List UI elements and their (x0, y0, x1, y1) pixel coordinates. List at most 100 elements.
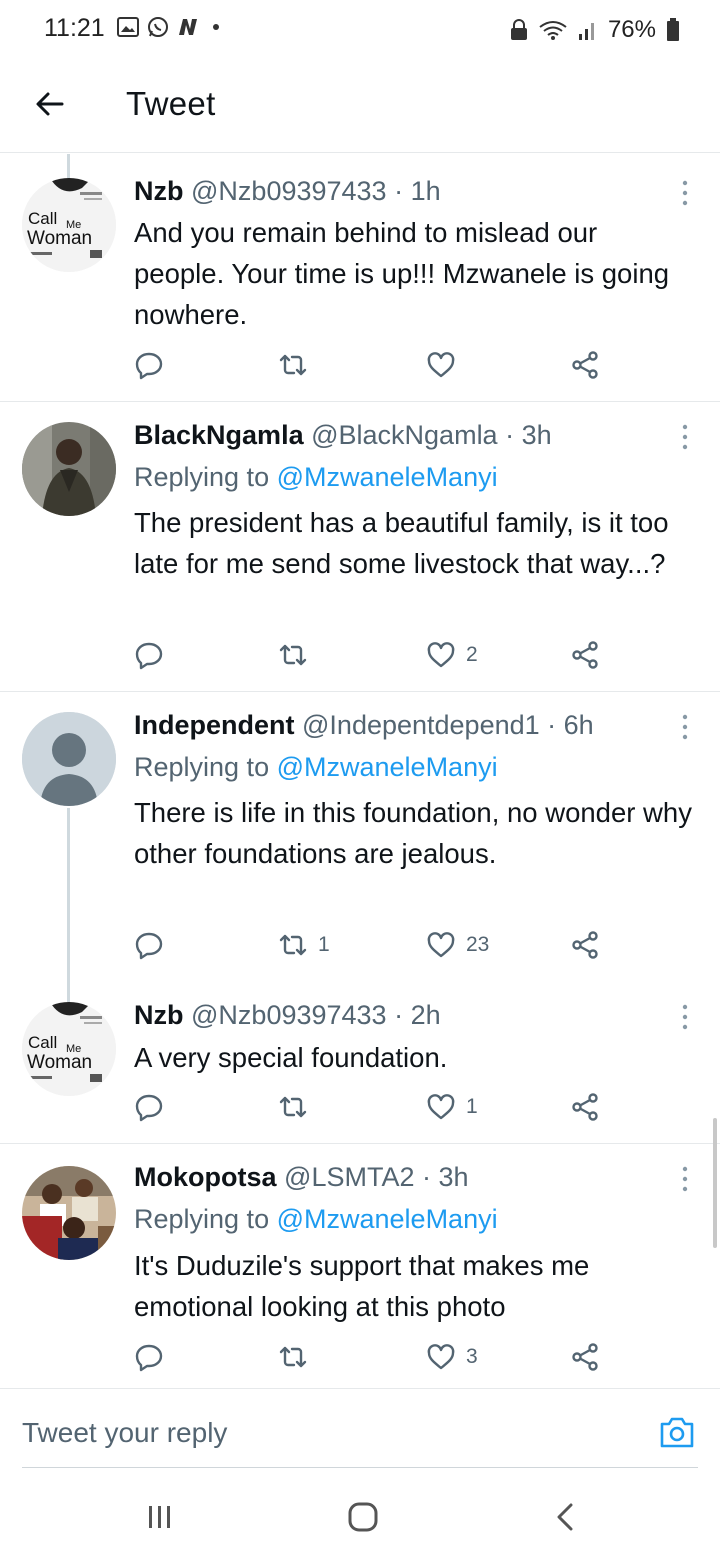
battery-icon (667, 18, 679, 41)
reply-divider (22, 1467, 698, 1468)
retweet-button[interactable] (278, 640, 318, 670)
reply-icon (135, 352, 163, 380)
like-button[interactable]: 3 (426, 1342, 478, 1372)
reply-button[interactable] (134, 350, 164, 380)
tweet-actions: 2 (134, 640, 614, 674)
call-me-woman-avatar-image: Call Me Woman (22, 178, 116, 272)
group-photo-avatar-image (22, 1166, 116, 1260)
more-options-icon[interactable] (680, 1004, 690, 1030)
handle[interactable]: @BlackNgamla (311, 420, 497, 450)
reply-icon (135, 1344, 163, 1372)
tweet-text: It's Duduzile's support that makes me em… (134, 1250, 590, 1322)
reply-button[interactable] (134, 640, 164, 670)
display-name[interactable]: Independent (134, 710, 295, 740)
avatar-text-woman: Woman (27, 228, 92, 249)
share-button[interactable] (570, 930, 600, 960)
recent-apps-icon[interactable] (140, 1502, 180, 1532)
avatar[interactable] (22, 712, 116, 806)
share-button[interactable] (570, 640, 600, 670)
display-name[interactable]: Nzb (134, 1000, 184, 1030)
system-icons: 76% (510, 16, 680, 44)
retweet-icon (279, 1096, 307, 1118)
mention-link[interactable]: @MzwaneleManyi (277, 752, 498, 782)
reply-button[interactable] (134, 1092, 164, 1122)
like-count: 3 (466, 1345, 478, 1368)
avatar[interactable] (22, 1166, 116, 1260)
back-nav-icon[interactable] (545, 1502, 585, 1532)
avatar[interactable]: Call Me Woman (22, 1002, 116, 1096)
mention-link[interactable]: @MzwaneleManyi (277, 462, 498, 492)
replying-to-label: Replying to (134, 752, 270, 782)
notification-icons (117, 16, 219, 38)
tweet-header: BlackNgamla @BlackNgamla · 3h (134, 420, 552, 451)
retweet-icon (279, 934, 307, 956)
back-arrow-icon[interactable] (32, 86, 68, 122)
like-button[interactable]: 1 (426, 1092, 478, 1122)
more-options-icon[interactable] (680, 424, 690, 450)
handle[interactable]: @LSMTA2 (284, 1162, 414, 1192)
scrollbar[interactable] (713, 1118, 717, 1248)
more-options-icon[interactable] (680, 1166, 690, 1192)
handle[interactable]: @Nzb09397433 (191, 176, 387, 206)
timestamp: · 3h (505, 420, 552, 450)
replying-to-label: Replying to (134, 1204, 270, 1234)
reply-button[interactable] (134, 930, 164, 960)
heart-icon (427, 642, 455, 668)
avatar-text-woman: Woman (27, 1052, 92, 1073)
share-button[interactable] (570, 1092, 600, 1122)
reply-input[interactable]: Tweet your reply (22, 1417, 227, 1449)
tweet-actions: 1 23 (134, 930, 614, 964)
tweet-actions: 1 (134, 1092, 614, 1126)
handle[interactable]: @Nzb09397433 (191, 1000, 387, 1030)
display-name[interactable]: Mokopotsa (134, 1162, 277, 1192)
retweet-button[interactable] (278, 1092, 318, 1122)
timestamp: · 1h (394, 176, 441, 206)
home-icon[interactable] (342, 1502, 382, 1532)
tweet[interactable]: Mokopotsa @LSMTA2 · 3h Replying to @Mzwa… (0, 1144, 720, 1388)
mention-link[interactable]: @MzwaneleManyi (277, 1204, 498, 1234)
tweet-header: Independent @Indepentdepend1 · 6h (134, 710, 594, 741)
avatar-text-call: Call (28, 209, 57, 228)
retweet-button[interactable] (278, 1342, 318, 1372)
retweet-button[interactable] (278, 350, 318, 380)
avatar-text-call: Call (28, 1033, 57, 1052)
retweet-button[interactable]: 1 (278, 930, 330, 960)
page-title: Tweet (126, 85, 216, 122)
default-avatar-image (22, 712, 116, 806)
replying-to-label: Replying to (134, 462, 270, 492)
tweet-text: The president has a beautiful family, is… (134, 507, 669, 579)
replying-to: Replying to @MzwaneleManyi (134, 752, 498, 783)
tweet[interactable]: Independent @Indepentdepend1 · 6h Replyi… (0, 692, 720, 982)
like-count: 1 (466, 1095, 478, 1118)
status-time: 11:21 (44, 14, 105, 42)
reply-button[interactable] (134, 1342, 164, 1372)
status-bar: 11:21 76% (0, 0, 720, 60)
timestamp: · 2h (394, 1000, 441, 1030)
more-options-icon[interactable] (680, 714, 690, 740)
tweet-text: There is life in this foundation, no won… (134, 797, 692, 869)
tweet-text: A very special foundation. (134, 1042, 448, 1073)
avatar[interactable]: Call Me Woman (22, 178, 116, 272)
share-icon (572, 641, 598, 669)
handle[interactable]: @Indepentdepend1 (302, 710, 540, 740)
camera-icon[interactable] (658, 1415, 696, 1449)
display-name[interactable]: Nzb (134, 176, 184, 206)
share-button[interactable] (570, 1342, 600, 1372)
tweet[interactable]: BlackNgamla @BlackNgamla · 3h Replying t… (0, 402, 720, 692)
display-name[interactable]: BlackNgamla (134, 420, 304, 450)
tweet-text: And you remain behind to mislead our peo… (134, 217, 670, 330)
retweet-icon (279, 354, 307, 376)
reply-icon (135, 932, 163, 960)
share-icon (572, 351, 598, 379)
signal-icon (578, 23, 594, 40)
whatsapp-icon (148, 17, 168, 37)
timestamp: · 3h (422, 1162, 469, 1192)
tweet[interactable]: Call Me Woman Nzb @Nzb09397433 · 2h A ve… (0, 982, 720, 1144)
share-button[interactable] (570, 350, 600, 380)
like-button[interactable]: 2 (426, 640, 478, 670)
more-options-icon[interactable] (680, 180, 690, 206)
like-button[interactable]: 23 (426, 930, 489, 960)
like-button[interactable] (426, 350, 466, 380)
tweet[interactable]: Call Me Woman Nzb @Nzb09397433 · 1h And … (0, 154, 720, 402)
avatar[interactable] (22, 422, 116, 516)
